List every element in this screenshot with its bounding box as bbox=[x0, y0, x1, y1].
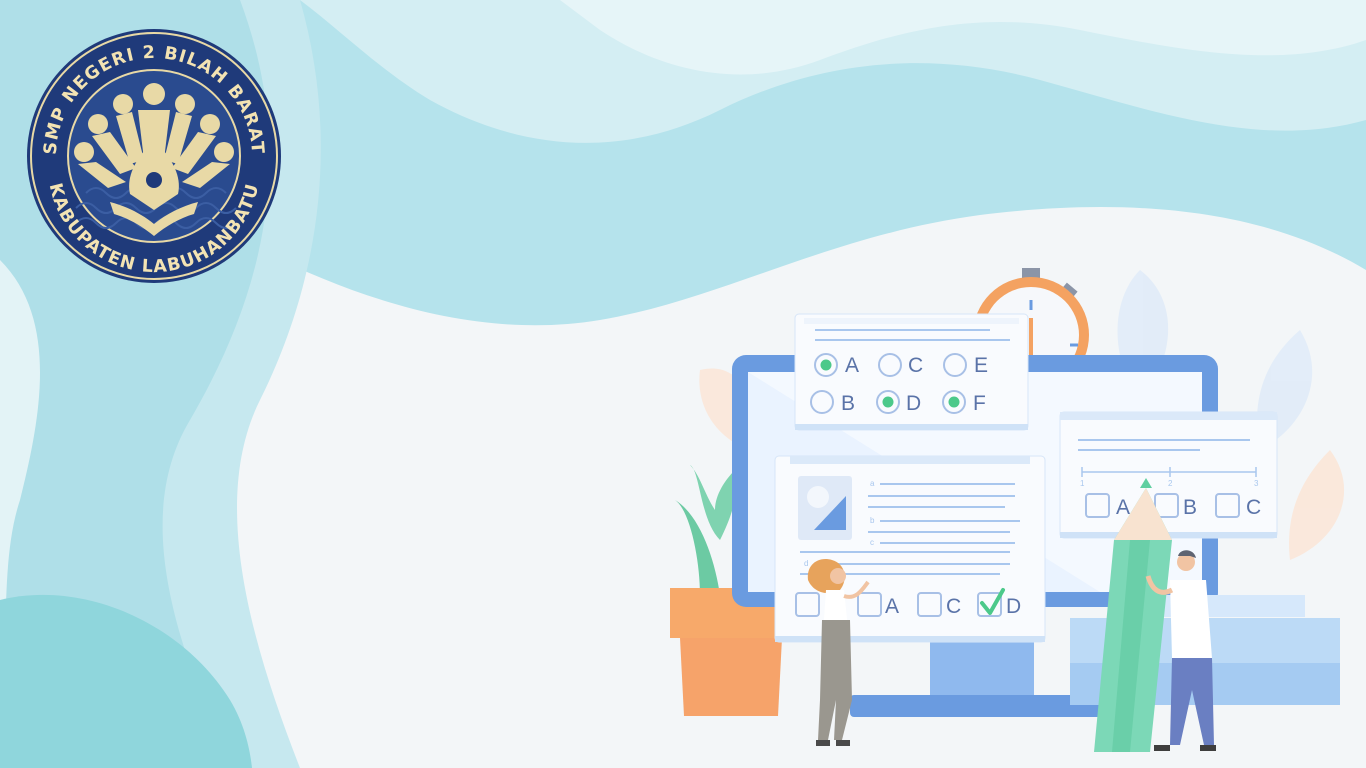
quiz-card-radio: A C E B D F bbox=[794, 313, 1029, 431]
checkbox-label-A: A bbox=[885, 595, 899, 618]
radio-label-D: D bbox=[906, 392, 921, 415]
quiz-card-main: a b c d A C D bbox=[774, 455, 1046, 643]
checkbox-right-label-C: C bbox=[1246, 496, 1261, 519]
checkbox-right-label-A: A bbox=[1116, 496, 1130, 519]
radio-label-C: C bbox=[908, 354, 923, 377]
quiz-card-scale: 1 2 3 A B C bbox=[1059, 411, 1278, 539]
row-letter-d: d bbox=[804, 559, 808, 568]
radio-label-B: B bbox=[841, 392, 855, 415]
row-letter-a: a bbox=[870, 479, 875, 488]
scale-tick-2: 2 bbox=[1168, 479, 1173, 488]
radio-label-E: E bbox=[974, 354, 988, 377]
row-letter-c: c bbox=[870, 538, 874, 547]
radio-label-A: A bbox=[845, 354, 859, 377]
online-quiz-illustration: A C E B D F 1 2 3 A B C a b c d A C D bbox=[670, 268, 1345, 752]
school-seal-logo: SMP NEGERI 2 BILAH BARAT KABUPATEN LABUH… bbox=[27, 29, 281, 283]
scale-tick-1: 1 bbox=[1080, 479, 1085, 488]
scale-tick-3: 3 bbox=[1254, 479, 1259, 488]
radio-label-F: F bbox=[973, 392, 986, 415]
checkbox-right-label-B: B bbox=[1183, 496, 1197, 519]
row-letter-b: b bbox=[870, 516, 875, 525]
checkbox-label-C: C bbox=[946, 595, 961, 618]
checkbox-label-D: D bbox=[1006, 595, 1021, 618]
